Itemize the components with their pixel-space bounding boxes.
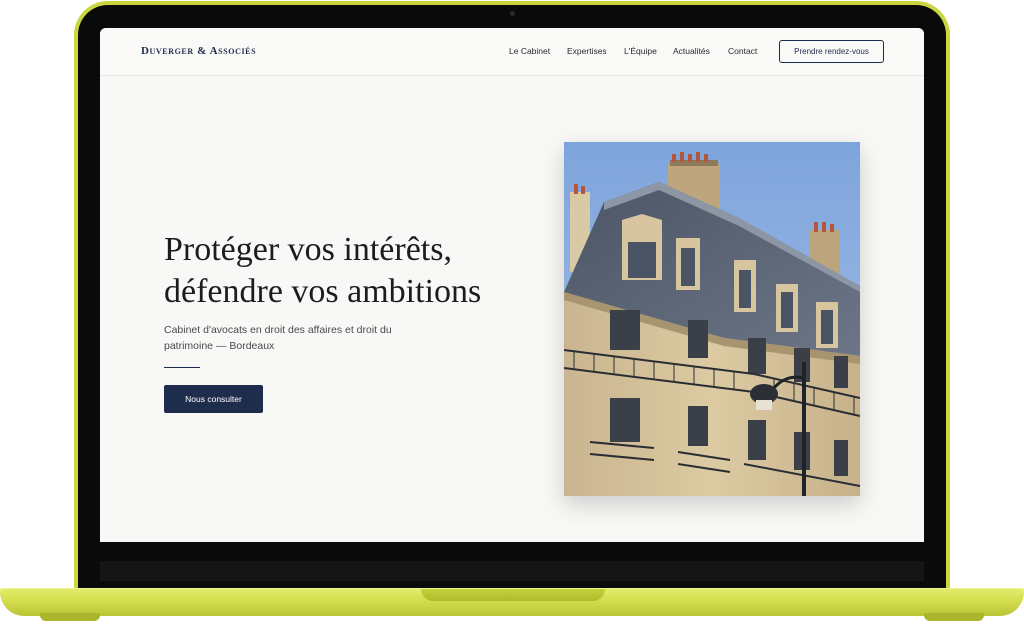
website-screen: Duverger & Associés Le Cabinet Expertise…	[100, 28, 924, 542]
brand-logo[interactable]: Duverger & Associés	[141, 45, 256, 57]
bezel-bottom	[100, 561, 924, 581]
nav-item-equipe[interactable]: L'Équipe	[624, 46, 657, 56]
consult-button[interactable]: Nous consulter	[164, 385, 263, 413]
laptop-foot-right	[924, 613, 984, 621]
hero-subtitle-line-2: patrimoine — Bordeaux	[164, 340, 275, 352]
hero-title-line-1: Protéger vos intérêts,	[164, 231, 452, 268]
hero-subtitle-line-1: Cabinet d'avocats en droit des affaires …	[164, 324, 392, 336]
nav-item-contact[interactable]: Contact	[728, 46, 757, 56]
hero-subtitle: Cabinet d'avocats en droit des affaires …	[164, 322, 424, 354]
haussmann-building-icon	[564, 142, 860, 496]
building-photo	[564, 142, 860, 496]
hero-title-line-2: défendre vos ambitions	[164, 273, 482, 310]
nav-item-expertises[interactable]: Expertises	[567, 46, 607, 56]
nav-item-cabinet[interactable]: Le Cabinet	[509, 46, 550, 56]
laptop-notch	[421, 589, 605, 601]
hero-title: Protéger vos intérêts, défendre vos ambi…	[164, 229, 524, 313]
nav-item-actualites[interactable]: Actualités	[673, 46, 710, 56]
book-appointment-button[interactable]: Prendre rendez-vous	[779, 40, 884, 63]
camera-icon	[510, 11, 515, 16]
laptop-foot-left	[40, 613, 100, 621]
hero-divider	[164, 367, 200, 368]
site-header: Duverger & Associés Le Cabinet Expertise…	[100, 28, 924, 76]
